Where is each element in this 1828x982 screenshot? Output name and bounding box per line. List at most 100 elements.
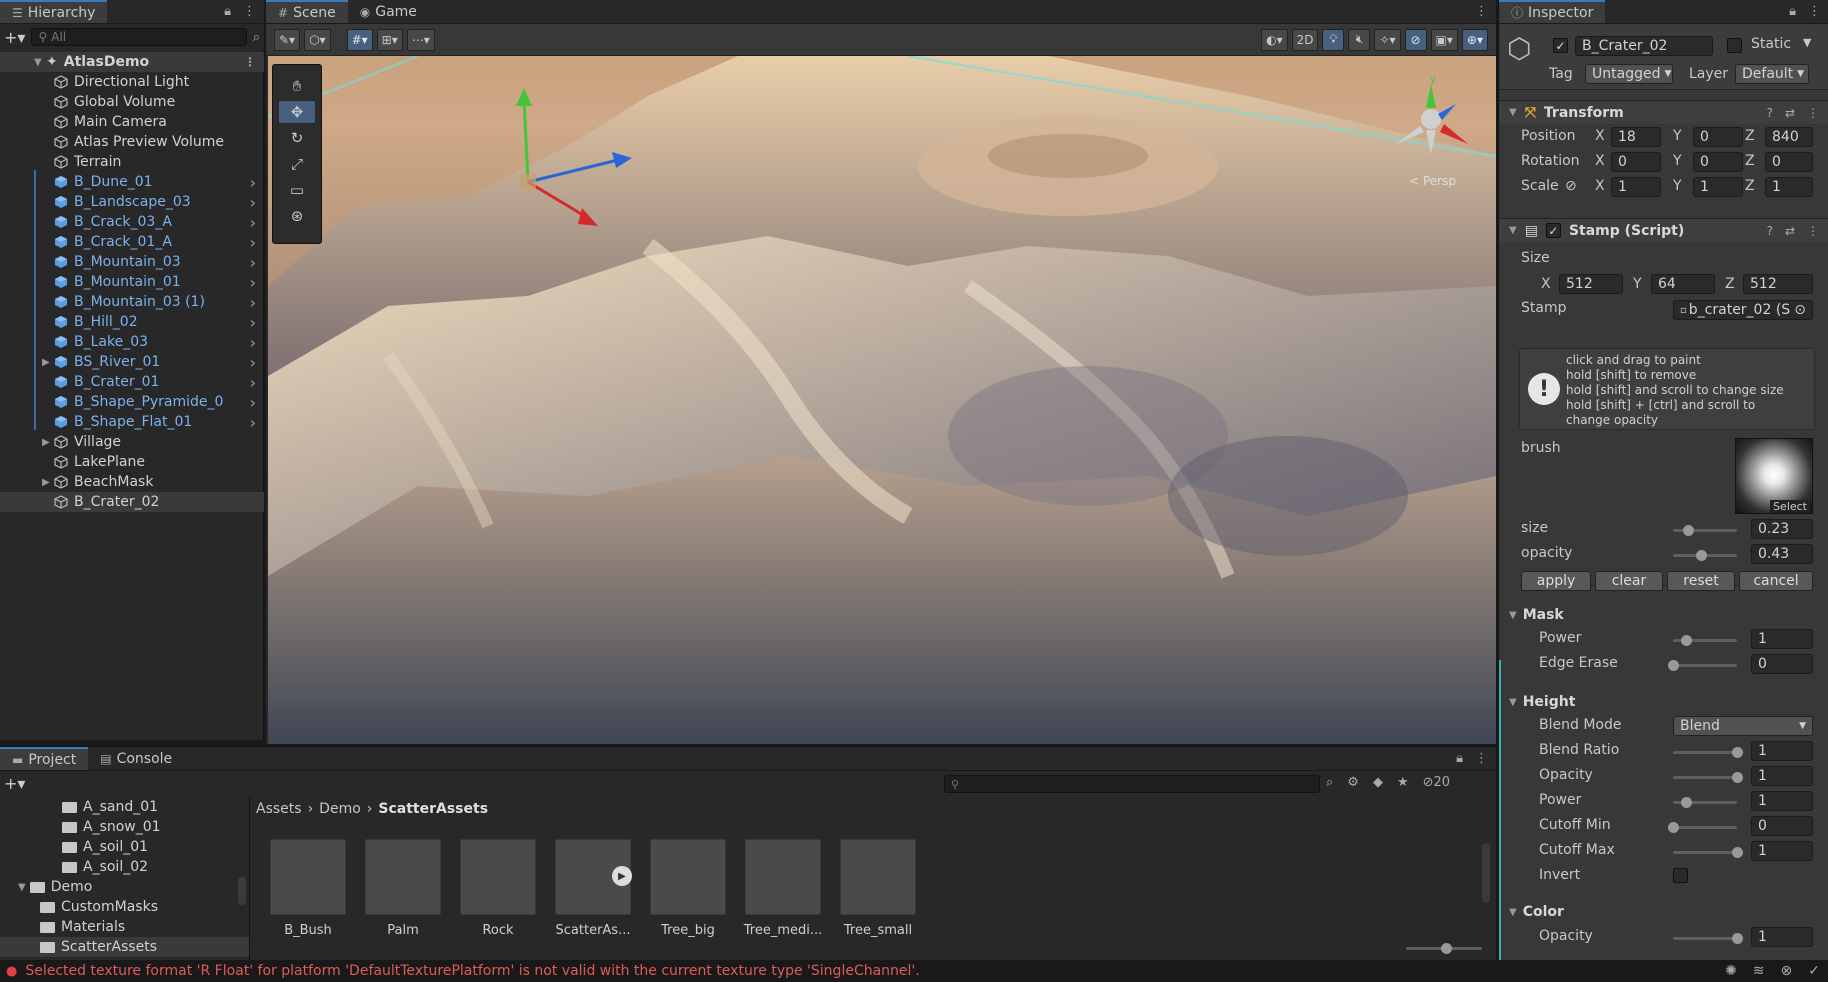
- preset-icon[interactable]: ⇄: [1785, 106, 1795, 120]
- cutoff-min-slider[interactable]: [1668, 822, 1737, 833]
- color-section-header[interactable]: ▼ Color: [1499, 901, 1828, 923]
- mask-power-field[interactable]: 1: [1751, 629, 1813, 649]
- size-y-field[interactable]: 64: [1651, 274, 1715, 294]
- play-icon[interactable]: ▶: [612, 866, 632, 886]
- hierarchy-search-input[interactable]: ⚲ All: [31, 28, 247, 46]
- size-x-field[interactable]: 512: [1559, 274, 1623, 294]
- cancel-button[interactable]: cancel: [1739, 571, 1813, 591]
- gizmos-toggle-icon[interactable]: ⊕▾: [1461, 28, 1488, 51]
- camera-settings-icon[interactable]: ▣▾: [1430, 28, 1458, 51]
- kebab-menu-icon[interactable]: ⋮: [1807, 224, 1819, 238]
- rect-tool-icon[interactable]: ▭: [279, 179, 315, 201]
- project-folder-item[interactable]: A_soil_01: [0, 837, 249, 857]
- asset-item[interactable]: ▶ ScatterAs...: [555, 839, 632, 938]
- scale-y-field[interactable]: 1: [1693, 177, 1743, 197]
- project-folder-item[interactable]: ScatterAssets: [0, 937, 249, 957]
- render-mode-button[interactable]: ⬡▾: [304, 28, 331, 51]
- hierarchy-item[interactable]: B_Crack_03_A ›: [0, 212, 264, 232]
- layers-icon[interactable]: ≋: [1753, 963, 1765, 979]
- hierarchy-item[interactable]: B_Crater_01 ›: [0, 372, 264, 392]
- kebab-menu-icon[interactable]: ⋮: [243, 4, 256, 19]
- hierarchy-item[interactable]: B_Mountain_01 ›: [0, 272, 264, 292]
- expand-arrow-icon[interactable]: ▶: [42, 437, 54, 448]
- brush-opacity-field[interactable]: 0.43: [1751, 544, 1813, 564]
- position-y-field[interactable]: 0: [1693, 127, 1743, 147]
- search-by-label-icon[interactable]: ⚙: [1347, 775, 1359, 790]
- stamp-object-field[interactable]: ▫ b_crater_02 (S ⊙: [1673, 300, 1813, 320]
- reset-button[interactable]: reset: [1667, 571, 1735, 591]
- blend-ratio-field[interactable]: 1: [1751, 741, 1813, 761]
- chevron-down-icon[interactable]: ▼: [1803, 36, 1811, 49]
- scale-x-field[interactable]: 1: [1611, 177, 1661, 197]
- edge-erase-field[interactable]: 0: [1751, 654, 1813, 674]
- asset-item[interactable]: Tree_big: [650, 839, 726, 938]
- favorite-star-icon[interactable]: ★: [1397, 775, 1409, 790]
- clear-button[interactable]: clear: [1595, 571, 1663, 591]
- effects-toggle-icon[interactable]: ✧▾: [1374, 28, 1401, 51]
- transform-tool-icon[interactable]: ⊛: [279, 205, 315, 227]
- hierarchy-item[interactable]: LakePlane: [0, 452, 264, 472]
- asset-scrollbar[interactable]: [1482, 843, 1490, 903]
- rotation-y-field[interactable]: 0: [1693, 152, 1743, 172]
- project-folder-item[interactable]: Materials: [0, 917, 249, 937]
- tag-dropdown[interactable]: Untagged ▼: [1585, 64, 1673, 84]
- add-icon[interactable]: +▾: [4, 774, 25, 793]
- stamp-component-header[interactable]: ▼ ▤ ✓ Stamp (Script) ? ⇄ ⋮: [1499, 218, 1828, 242]
- chevron-right-icon[interactable]: ›: [250, 193, 256, 212]
- status-error-message[interactable]: Selected texture format 'R Float' for pl…: [25, 963, 919, 979]
- scale-tool-icon[interactable]: ⤢: [279, 153, 315, 175]
- hierarchy-item[interactable]: B_Lake_03 ›: [0, 332, 264, 352]
- slider-knob[interactable]: [1680, 797, 1692, 808]
- hidden-objects-toggle-icon[interactable]: ⊘: [1404, 28, 1427, 51]
- slider-knob[interactable]: [1732, 772, 1743, 783]
- kebab-menu-icon[interactable]: ⋮: [1807, 106, 1819, 120]
- help-icon[interactable]: ?: [1767, 106, 1773, 120]
- hand-tool-icon[interactable]: ✋︎: [279, 75, 315, 97]
- cutoff-max-slider[interactable]: [1673, 847, 1743, 858]
- hierarchy-root-scene[interactable]: ▼ ✦ AtlasDemo ⋮: [0, 52, 264, 72]
- chevron-right-icon[interactable]: ›: [250, 273, 256, 292]
- expand-arrow-icon[interactable]: ▼: [34, 57, 46, 68]
- draw-mode-button[interactable]: ✎▾: [274, 28, 301, 51]
- chevron-right-icon[interactable]: ›: [250, 373, 256, 392]
- expand-arrow-icon[interactable]: ▶: [42, 477, 54, 488]
- hierarchy-item[interactable]: B_Shape_Flat_01 ›: [0, 412, 264, 432]
- mask-section-header[interactable]: ▼ Mask: [1499, 604, 1828, 626]
- size-z-field[interactable]: 512: [1743, 274, 1813, 294]
- projection-label[interactable]: < Persp: [1409, 174, 1456, 188]
- blend-ratio-slider[interactable]: [1673, 747, 1743, 758]
- tree-scrollbar[interactable]: [238, 877, 246, 905]
- hierarchy-item[interactable]: B_Hill_02 ›: [0, 312, 264, 332]
- position-z-field[interactable]: 840: [1765, 127, 1813, 147]
- project-search-input[interactable]: ⚲: [944, 775, 1320, 793]
- hierarchy-item[interactable]: ▶ BeachMask: [0, 472, 264, 492]
- tab-console[interactable]: ▤ Console: [88, 747, 185, 770]
- audio-toggle-icon[interactable]: 🔇︎: [1348, 28, 1371, 51]
- position-x-field[interactable]: 18: [1611, 127, 1661, 147]
- asset-item[interactable]: Rock: [460, 839, 536, 938]
- asset-item[interactable]: Tree_small: [840, 839, 916, 938]
- height-power-field[interactable]: 1: [1751, 791, 1813, 811]
- network-icon[interactable]: ⊗: [1781, 963, 1793, 979]
- breadcrumb-item[interactable]: ScatterAssets: [378, 801, 488, 817]
- hierarchy-item[interactable]: B_Shape_Pyramide_0 ›: [0, 392, 264, 412]
- static-checkbox[interactable]: [1727, 38, 1742, 53]
- chevron-right-icon[interactable]: ›: [250, 173, 256, 192]
- hierarchy-item[interactable]: Terrain: [0, 152, 264, 172]
- slider-knob[interactable]: [1680, 635, 1692, 646]
- height-opacity-field[interactable]: 1: [1751, 766, 1813, 786]
- thumbnail-size-slider[interactable]: [1406, 943, 1482, 954]
- preset-icon[interactable]: ⇄: [1785, 224, 1795, 238]
- hidden-packages-icon[interactable]: ⊘20: [1423, 775, 1450, 790]
- edge-erase-slider[interactable]: [1668, 660, 1737, 671]
- hierarchy-item[interactable]: B_Mountain_03 ›: [0, 252, 264, 272]
- toggle-2d-button[interactable]: 2D: [1291, 28, 1319, 51]
- slider-knob[interactable]: [1441, 943, 1452, 954]
- chevron-right-icon[interactable]: ›: [250, 233, 256, 252]
- asset-item[interactable]: B_Bush: [270, 839, 346, 938]
- grid-snap-button[interactable]: #▾: [346, 28, 373, 51]
- chevron-right-icon[interactable]: ›: [250, 413, 256, 432]
- color-opacity-slider[interactable]: [1673, 933, 1743, 944]
- hierarchy-item[interactable]: Main Camera: [0, 112, 264, 132]
- transform-component-header[interactable]: ▼ ⤧ Transform ? ⇄ ⋮: [1499, 100, 1828, 124]
